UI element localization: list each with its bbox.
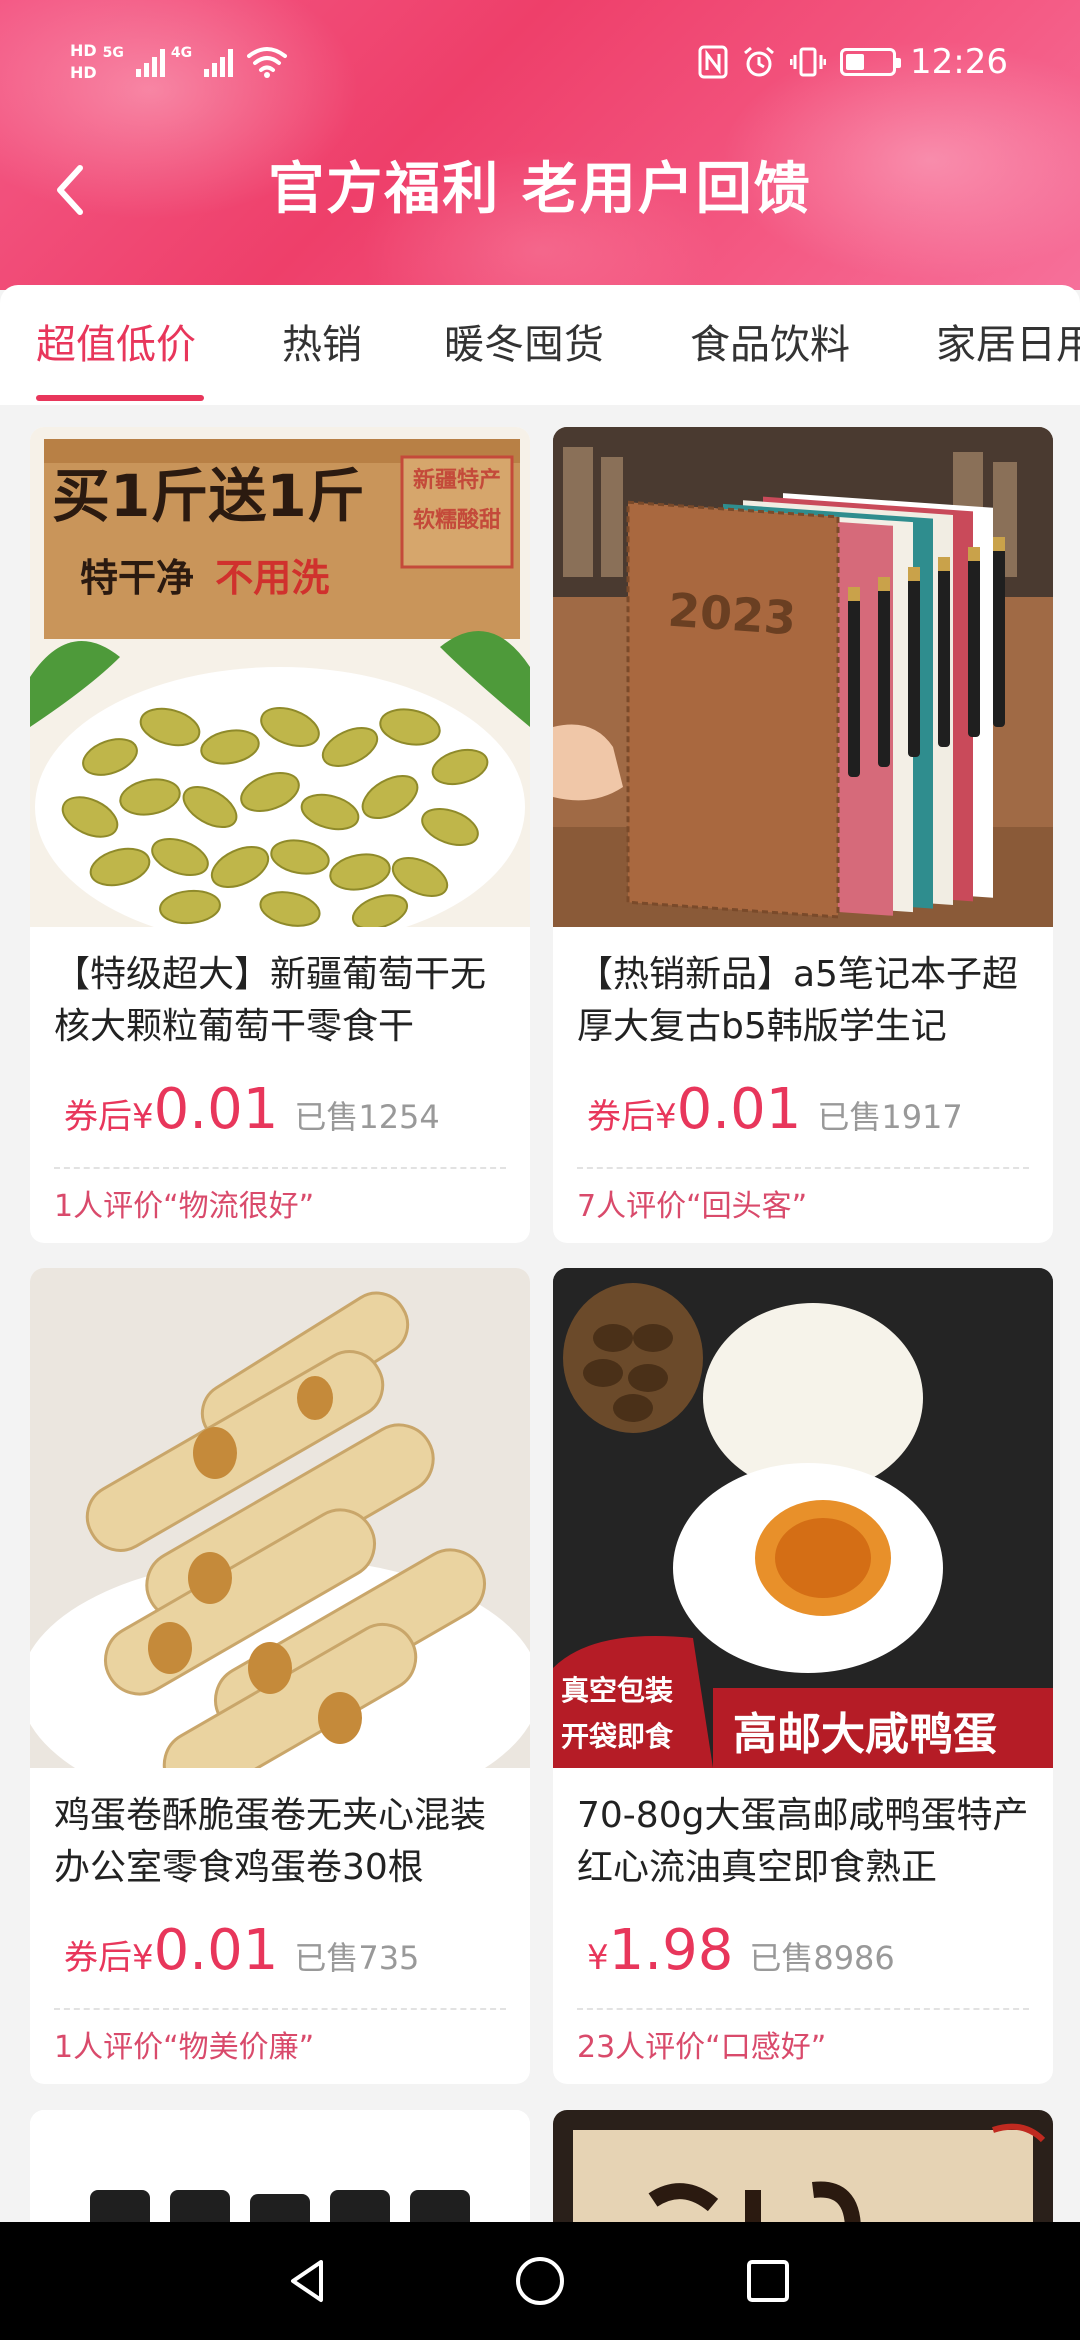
active-tab-indicator	[36, 395, 204, 401]
header: HD HD 5G 4G 12:26 官方福利 老用户回馈	[0, 0, 1080, 290]
battery-level	[846, 54, 865, 70]
tab-food-drinks[interactable]: 食品饮料	[690, 285, 850, 405]
review-summary: 7人评价“回头客”	[577, 1189, 808, 1224]
product-card[interactable]: 真空包装 开袋即食 高邮大咸鸭蛋 70-80g大蛋高邮咸鸭蛋特产红心流油真空即食…	[553, 1268, 1053, 2084]
square-recents-icon	[747, 2260, 789, 2302]
price-prefix: 券后¥	[64, 1097, 154, 1137]
price-value: 0.01	[676, 1077, 802, 1142]
battery-icon	[840, 48, 902, 76]
product-title: 【特级超大】新疆葡萄干无核大颗粒葡萄干零食干	[54, 954, 487, 1047]
product-card[interactable]: 鸡蛋卷酥脆蛋卷无夹心混装办公室零食鸡蛋卷30根 券后¥ 0.01 已售735 1…	[30, 1268, 530, 2084]
price-value: 0.01	[153, 1077, 279, 1142]
divider	[54, 2008, 506, 2010]
circle-home-icon	[516, 2257, 564, 2305]
sold-count: 已售735	[294, 1939, 420, 1977]
product-card[interactable]: 买1斤送1斤 特干净 不用洗 新疆特产 软糯酸甜 【特级超大】新疆葡萄干无核大颗…	[30, 427, 530, 1243]
salted-duck-egg-product-image: 真空包装 开袋即食 高邮大咸鸭蛋	[553, 1268, 1053, 1768]
raisins-product-image: 买1斤送1斤 特干净 不用洗 新疆特产 软糯酸甜	[30, 427, 530, 927]
image-subline-red: 不用洗	[215, 556, 330, 600]
nav-recents-button[interactable]	[733, 2246, 803, 2316]
status-bar: HD HD 5G 4G 12:26	[0, 30, 1080, 94]
signal-strength-icon	[204, 47, 234, 77]
image-tag-line: 新疆特产	[412, 468, 501, 493]
tab-super-low-price[interactable]: 超值低价	[36, 285, 196, 405]
category-tab-bar: 超值低价 热销 暖冬囤货 食品饮料 家居日用	[0, 285, 1080, 405]
product-title: 鸡蛋卷酥脆蛋卷无夹心混装办公室零食鸡蛋卷30根	[54, 1795, 487, 1888]
image-subline-text: 特干净	[80, 556, 195, 600]
price-row: 券后¥ 0.01 已售1917	[587, 1077, 963, 1147]
price-prefix: 券后¥	[64, 1938, 154, 1978]
product-title: 70-80g大蛋高邮咸鸭蛋特产红心流油真空即食熟正	[577, 1795, 1029, 1888]
image-badge-line: 开袋即食	[561, 1720, 674, 1753]
back-button[interactable]	[40, 150, 100, 230]
image-subline: 特干净 不用洗	[80, 547, 329, 602]
network-type-label: 5G	[102, 45, 124, 61]
notebook-year-text: 2023	[666, 582, 798, 646]
product-title: 【热销新品】a5笔记本子超厚大复古b5韩版学生记	[577, 954, 1018, 1047]
tab-home-daily[interactable]: 家居日用	[936, 285, 1080, 405]
review-summary: 1人评价“物流很好”	[54, 1189, 315, 1224]
clock-time: 12:26	[910, 42, 1008, 82]
price-row: 券后¥ 0.01 已售735	[64, 1918, 419, 1988]
tab-winter-stock[interactable]: 暖冬囤货	[444, 285, 604, 405]
image-tag: 新疆特产 软糯酸甜	[406, 461, 508, 541]
hd-badges: HD HD	[70, 42, 97, 82]
price-row: 券后¥ 0.01 已售1254	[64, 1077, 440, 1147]
price-row: ¥ 1.98 已售8986	[587, 1918, 895, 1988]
image-banner: 高邮大咸鸭蛋	[733, 1709, 997, 1760]
status-left: HD HD 5G 4G	[70, 30, 288, 94]
nfc-icon	[698, 45, 728, 79]
image-headline: 买1斤送1斤	[52, 462, 365, 530]
status-right: 12:26	[698, 30, 1008, 94]
hd-badge: HD	[70, 63, 97, 82]
sold-count: 已售8986	[749, 1939, 895, 1977]
price-value: 1.98	[608, 1918, 734, 1983]
triangle-back-icon	[291, 2260, 323, 2302]
notebook-product-image: 2023	[553, 427, 1053, 927]
divider	[577, 2008, 1029, 2010]
tab-hot-sale[interactable]: 热销	[282, 285, 362, 405]
price-prefix: 券后¥	[587, 1097, 677, 1137]
alarm-icon	[744, 46, 774, 77]
signal-strength-icon	[135, 47, 165, 77]
egg-roll-product-image	[30, 1268, 530, 1768]
network-type-label: 4G	[170, 45, 193, 61]
sold-count: 已售1917	[817, 1098, 963, 1136]
nav-home-button[interactable]	[505, 2246, 575, 2316]
price-prefix: ¥	[587, 1938, 609, 1978]
review-summary: 23人评价“口感好”	[577, 2030, 827, 2065]
divider	[54, 1167, 506, 1169]
nav-back-button[interactable]	[273, 2246, 343, 2316]
divider	[577, 1167, 1029, 1169]
wifi-icon	[247, 47, 288, 78]
image-tag-line: 软糯酸甜	[412, 508, 501, 533]
vibrate-icon	[790, 47, 827, 77]
system-navigation-bar	[0, 2222, 1080, 2340]
hd-badge: HD	[70, 41, 97, 60]
price-value: 0.01	[153, 1918, 279, 1983]
image-badge: 真空包装 开袋即食	[561, 1668, 673, 1760]
review-summary: 1人评价“物美价廉”	[54, 2030, 315, 2065]
sold-count: 已售1254	[294, 1098, 440, 1136]
product-card[interactable]: 2023 【热销新品】a5笔记本子超厚大复古b5韩版学生记 券后¥ 0.01 已…	[553, 427, 1053, 1243]
chevron-left-icon	[57, 165, 83, 215]
page-title: 官方福利 老用户回馈	[268, 157, 812, 222]
image-badge-line: 真空包装	[561, 1674, 674, 1707]
